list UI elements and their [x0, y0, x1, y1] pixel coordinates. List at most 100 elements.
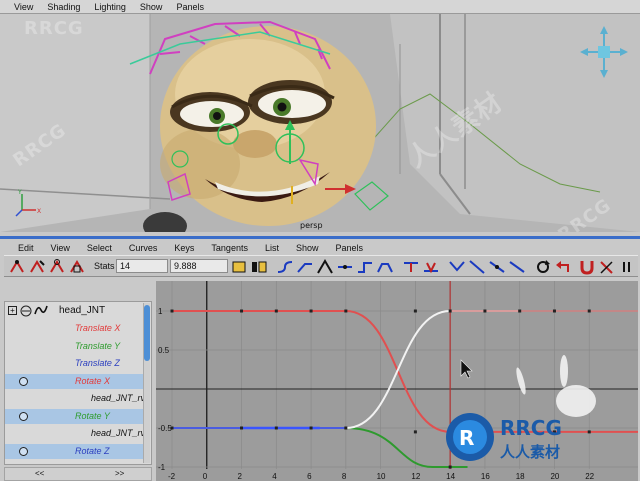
attribute-label: head_JNT_rv [91, 393, 146, 403]
outliner-attribute-row[interactable]: Rotate X [5, 373, 145, 389]
curve-graph[interactable]: -2 0 2 4 6 8 10 12 14 16 18 20 2210.5-0.5-1 R RRCG 人… [156, 281, 638, 481]
keyframe [587, 309, 591, 313]
break-tangents-icon[interactable] [402, 258, 420, 276]
undo-icon[interactable] [554, 258, 572, 276]
curve-icon [34, 305, 48, 315]
perspective-viewport[interactable]: View Shading Lighting Show Panels Y X pe… [0, 0, 640, 232]
menu-panels[interactable]: Panels [176, 2, 204, 12]
swap-buffer-curve-icon[interactable] [508, 258, 526, 276]
svg-text:R: R [459, 426, 474, 450]
scroll-right-icon[interactable]: >> [115, 469, 124, 478]
keyframe [274, 426, 278, 430]
logo-brand: RRCG [500, 416, 562, 440]
snap-icon[interactable] [598, 258, 616, 276]
joint-icon [20, 305, 32, 317]
menu-curves[interactable]: Curves [129, 243, 158, 253]
plateau-tangent-icon[interactable] [376, 258, 394, 276]
menu-tangents[interactable]: Tangents [211, 243, 248, 253]
outliner-attribute-row[interactable]: Translate Y [5, 339, 145, 354]
svg-text:Y: Y [17, 189, 22, 196]
rrcg-logo: R RRCG 人人素材 [446, 413, 562, 461]
lattice-deform-icon[interactable] [68, 258, 86, 276]
attribute-label: Translate Y [75, 340, 121, 351]
keyframe [413, 309, 417, 313]
attribute-icon [19, 411, 28, 421]
attribute-icon [19, 376, 28, 386]
menu-shading[interactable]: Shading [47, 2, 80, 12]
menu-keys[interactable]: Keys [174, 243, 194, 253]
lock-tangent-weight-icon[interactable] [468, 258, 486, 276]
outliner-attribute-row[interactable]: Translate Z [5, 356, 145, 371]
outliner-attribute-row[interactable]: Translate X [5, 321, 145, 336]
svg-text:X: X [37, 208, 41, 215]
attribute-label: Rotate X [75, 375, 111, 386]
menu-show[interactable]: Show [296, 243, 319, 253]
keyframe [448, 309, 452, 313]
watermark-text: RRCG [24, 18, 84, 39]
attribute-label: Translate Z [75, 358, 120, 368]
flat-tangent-icon[interactable] [336, 258, 354, 276]
viewport-scene[interactable]: Y X persp [0, 14, 640, 232]
graph-editor-menubar: Edit View Select Curves Keys Tangents Li… [0, 241, 640, 254]
keyframe [518, 309, 522, 313]
menu-edit[interactable]: Edit [18, 243, 34, 253]
unify-tangents-icon[interactable] [422, 258, 440, 276]
add-key-icon[interactable] [48, 258, 66, 276]
graph-editor-toolbar: Stats 14 9.888 [4, 255, 638, 277]
logo-chinese: 人人素材 [500, 443, 560, 461]
graph-editor-panel: Edit View Select Curves Keys Tangents Li… [0, 236, 640, 481]
menu-view[interactable]: View [51, 243, 70, 253]
menu-select[interactable]: Select [87, 243, 112, 253]
attribute-icon [19, 446, 28, 456]
scroll-left-icon[interactable]: << [35, 469, 44, 478]
free-tangent-weight-icon[interactable] [448, 258, 466, 276]
frame-all-icon[interactable] [230, 258, 248, 276]
menu-panels[interactable]: Panels [335, 243, 363, 253]
keyframe [413, 430, 417, 434]
magnet-icon[interactable] [578, 258, 596, 276]
menu-show[interactable]: Show [140, 2, 163, 12]
step-tangent-icon[interactable] [356, 258, 374, 276]
keyframe [344, 309, 348, 313]
linear-tangent-icon[interactable] [316, 258, 334, 276]
keyframe [240, 309, 244, 313]
keyframe [587, 430, 591, 434]
attribute-label: Translate X [75, 323, 121, 333]
buffer-curve-snapshot-icon[interactable] [488, 258, 506, 276]
y-tick-label: 0.5 [158, 346, 170, 355]
outliner-object-row[interactable]: + head_JNT [5, 304, 145, 319]
object-name: head_JNT [59, 305, 106, 316]
menu-view[interactable]: View [14, 2, 33, 12]
frame-selection-icon[interactable] [250, 258, 268, 276]
outliner-attribute-row[interactable]: Rotate Z [5, 443, 145, 459]
keyframe [483, 309, 487, 313]
keyframe [552, 309, 556, 313]
more-options-icon[interactable] [620, 258, 638, 276]
menu-list[interactable]: List [265, 243, 279, 253]
outliner-attribute-row[interactable]: head_JNT_rv [5, 391, 145, 406]
outliner-footer: << >> [4, 467, 152, 481]
outliner-attribute-row[interactable]: head_JNT_rv [5, 426, 145, 441]
expand-icon[interactable]: + [8, 306, 17, 315]
y-tick-label: 1 [158, 307, 163, 316]
attribute-label: Rotate Y [75, 410, 110, 421]
outliner-attribute-row[interactable]: Rotate Y [5, 408, 145, 424]
stats-value-field[interactable]: 9.888 [170, 259, 228, 273]
spline-tangent-icon[interactable] [276, 258, 294, 276]
outliner-scrollbar[interactable] [143, 303, 150, 463]
camera-label: persp [300, 221, 323, 230]
move-key-icon[interactable] [8, 258, 26, 276]
curve-outliner[interactable]: + head_JNT Translate X Translate Y Transla… [4, 301, 152, 465]
keyframe [240, 426, 244, 430]
attribute-label: Rotate Z [75, 445, 110, 456]
stats-time-field[interactable]: 14 [116, 259, 168, 273]
keyframe [309, 309, 313, 313]
refresh-icon[interactable] [534, 258, 552, 276]
scrollbar-thumb[interactable] [144, 305, 150, 361]
menu-lighting[interactable]: Lighting [94, 2, 126, 12]
keyframe [170, 309, 174, 313]
y-tick-label: -1 [158, 463, 166, 472]
clamped-tangent-icon[interactable] [296, 258, 314, 276]
insert-key-icon[interactable] [28, 258, 46, 276]
keyframe [309, 426, 313, 430]
